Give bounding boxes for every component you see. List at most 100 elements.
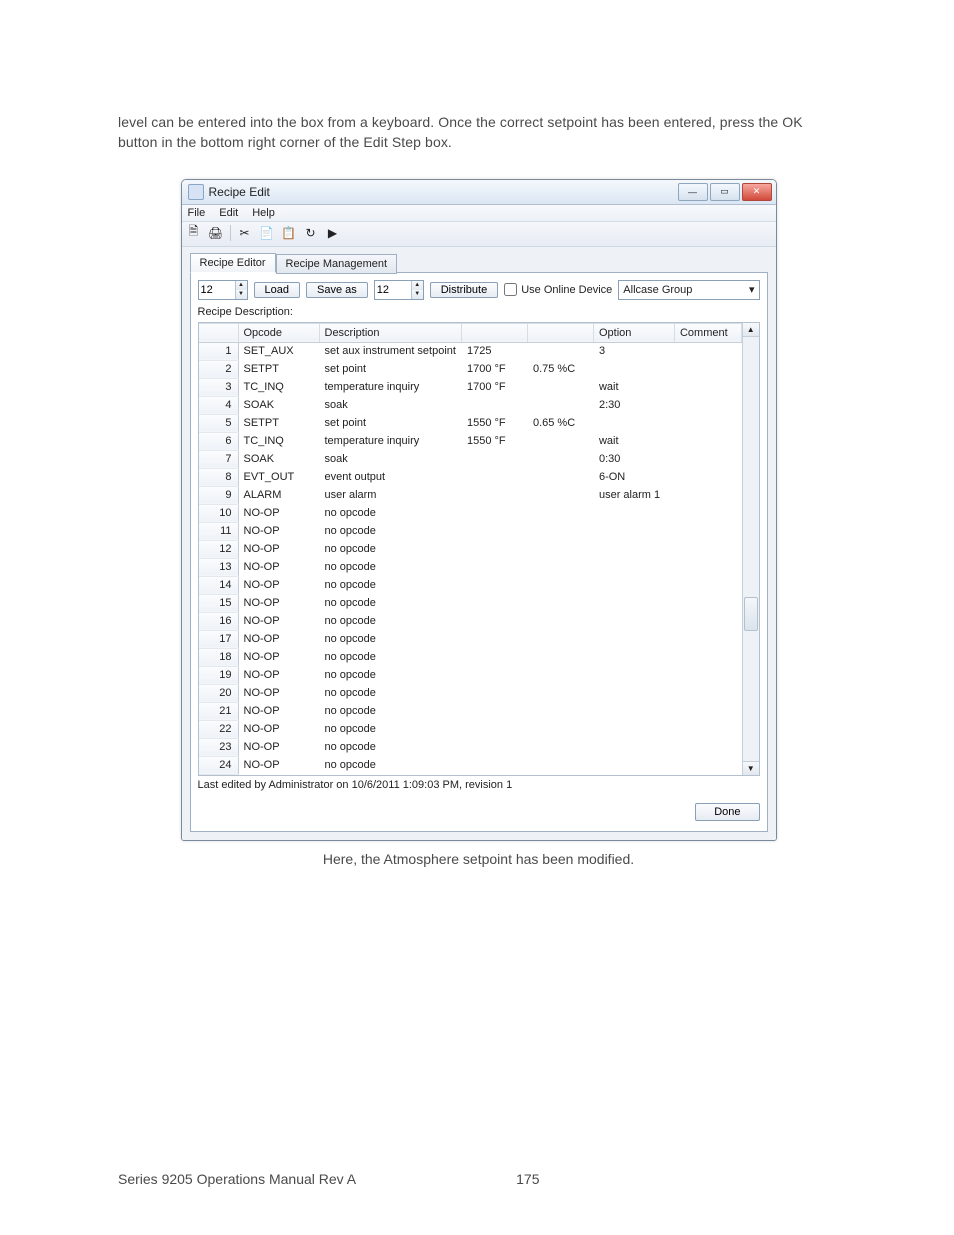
cell-description[interactable]: no opcode [319, 738, 461, 756]
cell-opcode[interactable]: NO-OP [238, 666, 319, 684]
cell-comment[interactable] [674, 342, 741, 360]
cell-comment[interactable] [674, 414, 741, 432]
table-row[interactable]: 12NO-OPno opcode [199, 540, 742, 558]
cell-description[interactable]: user alarm [319, 486, 461, 504]
chevron-up-icon[interactable]: ▲ [412, 281, 423, 290]
cell-option[interactable] [593, 630, 674, 648]
cell-description[interactable]: no opcode [319, 666, 461, 684]
close-button[interactable]: ✕ [742, 183, 772, 201]
maximize-button[interactable]: ▭ [710, 183, 740, 201]
cell-opcode[interactable]: NO-OP [238, 648, 319, 666]
cell-description[interactable]: no opcode [319, 576, 461, 594]
cell-value2[interactable] [527, 756, 593, 774]
cell-option[interactable] [593, 522, 674, 540]
cell-comment[interactable] [674, 450, 741, 468]
cell-value1[interactable] [461, 468, 527, 486]
table-row[interactable]: 20NO-OPno opcode [199, 684, 742, 702]
table-row[interactable]: 9ALARMuser alarmuser alarm 1 [199, 486, 742, 504]
recipe-number-input-right[interactable] [375, 281, 411, 299]
cell-comment[interactable] [674, 360, 741, 378]
cell-value1[interactable]: 1550 °F [461, 414, 527, 432]
cell-description[interactable]: no opcode [319, 630, 461, 648]
cell-value1[interactable] [461, 540, 527, 558]
cell-value1[interactable] [461, 720, 527, 738]
load-button[interactable]: Load [254, 282, 300, 298]
cell-comment[interactable] [674, 720, 741, 738]
group-combobox[interactable]: Allcase Group ▾ [618, 280, 759, 300]
cell-value1[interactable]: 1725 [461, 342, 527, 360]
table-row[interactable]: 21NO-OPno opcode [199, 702, 742, 720]
cell-opcode[interactable]: EVT_OUT [238, 468, 319, 486]
cell-value2[interactable] [527, 378, 593, 396]
done-button[interactable]: Done [695, 803, 759, 821]
table-row[interactable]: 19NO-OPno opcode [199, 666, 742, 684]
cell-description[interactable]: no opcode [319, 558, 461, 576]
cell-comment[interactable] [674, 558, 741, 576]
table-row[interactable]: 1SET_AUXset aux instrument setpoint17253 [199, 342, 742, 360]
cell-value2[interactable] [527, 720, 593, 738]
cell-value2[interactable] [527, 702, 593, 720]
cell-option[interactable]: 3 [593, 342, 674, 360]
cell-option[interactable] [593, 702, 674, 720]
cell-opcode[interactable]: ALARM [238, 486, 319, 504]
cell-comment[interactable] [674, 486, 741, 504]
scroll-up-icon[interactable]: ▲ [743, 323, 759, 337]
cell-value1[interactable] [461, 738, 527, 756]
cell-value1[interactable] [461, 486, 527, 504]
cell-comment[interactable] [674, 396, 741, 414]
cell-opcode[interactable]: SETPT [238, 360, 319, 378]
cell-opcode[interactable]: NO-OP [238, 540, 319, 558]
cell-comment[interactable] [674, 594, 741, 612]
cell-description[interactable]: temperature inquiry [319, 432, 461, 450]
cell-value1[interactable] [461, 666, 527, 684]
cell-option[interactable]: 6-ON [593, 468, 674, 486]
tab-recipe-management[interactable]: Recipe Management [276, 254, 398, 274]
cell-description[interactable]: set point [319, 360, 461, 378]
table-row[interactable]: 16NO-OPno opcode [199, 612, 742, 630]
cell-description[interactable]: no opcode [319, 522, 461, 540]
cell-comment[interactable] [674, 630, 741, 648]
table-row[interactable]: 10NO-OPno opcode [199, 504, 742, 522]
cell-opcode[interactable]: NO-OP [238, 522, 319, 540]
cell-opcode[interactable]: NO-OP [238, 720, 319, 738]
cell-value2[interactable] [527, 468, 593, 486]
cell-value1[interactable] [461, 648, 527, 666]
cell-opcode[interactable]: NO-OP [238, 558, 319, 576]
cut-icon[interactable]: ✂ [237, 225, 253, 241]
cell-option[interactable] [593, 576, 674, 594]
cell-description[interactable]: no opcode [319, 540, 461, 558]
cell-option[interactable] [593, 540, 674, 558]
cell-value2[interactable] [527, 666, 593, 684]
cell-comment[interactable] [674, 522, 741, 540]
cell-option[interactable] [593, 684, 674, 702]
cell-opcode[interactable]: NO-OP [238, 504, 319, 522]
menu-help[interactable]: Help [252, 207, 275, 219]
chevron-up-icon[interactable]: ▲ [236, 281, 247, 290]
new-icon[interactable]: 🗎 [186, 225, 202, 241]
cell-value1[interactable] [461, 522, 527, 540]
cell-comment[interactable] [674, 468, 741, 486]
cell-value2[interactable] [527, 450, 593, 468]
save-as-button[interactable]: Save as [306, 282, 368, 298]
cell-comment[interactable] [674, 378, 741, 396]
cell-opcode[interactable]: NO-OP [238, 630, 319, 648]
cell-value1[interactable] [461, 612, 527, 630]
table-row[interactable]: 14NO-OPno opcode [199, 576, 742, 594]
cell-value1[interactable]: 1550 °F [461, 432, 527, 450]
paste-icon[interactable]: 📋 [281, 225, 297, 241]
cell-option[interactable] [593, 594, 674, 612]
cell-option[interactable]: wait [593, 378, 674, 396]
table-row[interactable]: 18NO-OPno opcode [199, 648, 742, 666]
cell-option[interactable] [593, 558, 674, 576]
scroll-down-icon[interactable]: ▼ [743, 761, 759, 775]
table-row[interactable]: 6TC_INQtemperature inquiry1550 °Fwait [199, 432, 742, 450]
cell-opcode[interactable]: SOAK [238, 450, 319, 468]
table-row[interactable]: 23NO-OPno opcode [199, 738, 742, 756]
cell-value2[interactable] [527, 396, 593, 414]
table-row[interactable]: 17NO-OPno opcode [199, 630, 742, 648]
cell-option[interactable]: user alarm 1 [593, 486, 674, 504]
cell-description[interactable]: event output [319, 468, 461, 486]
cell-description[interactable]: no opcode [319, 702, 461, 720]
table-row[interactable]: 22NO-OPno opcode [199, 720, 742, 738]
cell-opcode[interactable]: NO-OP [238, 594, 319, 612]
